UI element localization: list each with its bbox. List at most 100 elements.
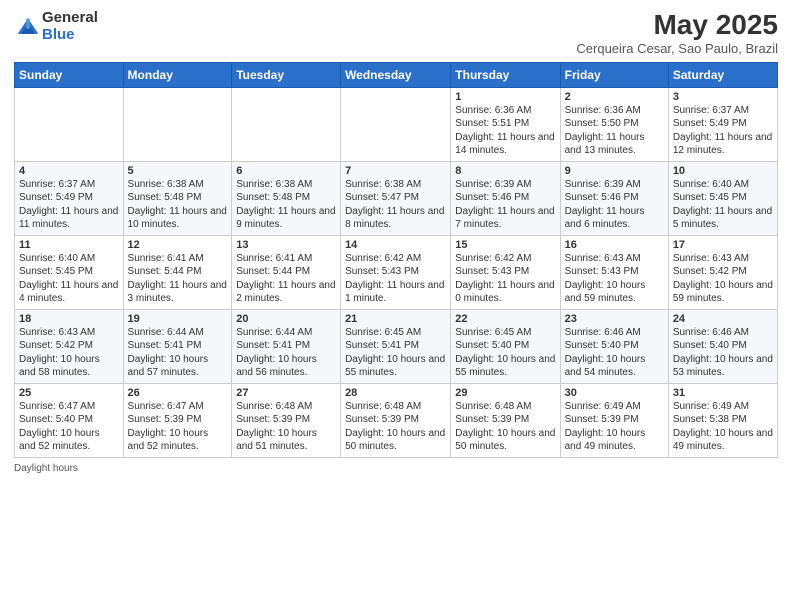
day-number: 11 bbox=[19, 239, 119, 251]
title-block: May 2025 Cerqueira Cesar, Sao Paulo, Bra… bbox=[576, 10, 778, 56]
day-number: 4 bbox=[19, 165, 119, 177]
day-number: 23 bbox=[565, 313, 664, 325]
main-title: May 2025 bbox=[576, 10, 778, 41]
day-info: Sunrise: 6:39 AM Sunset: 5:46 PM Dayligh… bbox=[565, 178, 664, 232]
day-number: 10 bbox=[673, 165, 773, 177]
day-info: Sunrise: 6:41 AM Sunset: 5:44 PM Dayligh… bbox=[236, 252, 336, 306]
day-number: 17 bbox=[673, 239, 773, 251]
day-info: Sunrise: 6:43 AM Sunset: 5:42 PM Dayligh… bbox=[19, 326, 119, 380]
calendar-cell: 10Sunrise: 6:40 AM Sunset: 5:45 PM Dayli… bbox=[668, 161, 777, 235]
week-row-1: 4Sunrise: 6:37 AM Sunset: 5:49 PM Daylig… bbox=[15, 161, 778, 235]
calendar-cell: 13Sunrise: 6:41 AM Sunset: 5:44 PM Dayli… bbox=[232, 235, 341, 309]
day-number: 2 bbox=[565, 91, 664, 103]
calendar-table: SundayMondayTuesdayWednesdayThursdayFrid… bbox=[14, 62, 778, 458]
weekday-tuesday: Tuesday bbox=[232, 62, 341, 87]
logo-general-text: General bbox=[42, 10, 98, 27]
day-info: Sunrise: 6:40 AM Sunset: 5:45 PM Dayligh… bbox=[19, 252, 119, 306]
logo-icon bbox=[16, 15, 40, 39]
day-number: 16 bbox=[565, 239, 664, 251]
day-info: Sunrise: 6:48 AM Sunset: 5:39 PM Dayligh… bbox=[345, 400, 446, 454]
week-row-2: 11Sunrise: 6:40 AM Sunset: 5:45 PM Dayli… bbox=[15, 235, 778, 309]
day-number: 25 bbox=[19, 387, 119, 399]
day-number: 3 bbox=[673, 91, 773, 103]
calendar-cell: 15Sunrise: 6:42 AM Sunset: 5:43 PM Dayli… bbox=[451, 235, 560, 309]
day-info: Sunrise: 6:42 AM Sunset: 5:43 PM Dayligh… bbox=[345, 252, 446, 306]
day-number: 13 bbox=[236, 239, 336, 251]
day-number: 1 bbox=[455, 91, 555, 103]
calendar-cell: 3Sunrise: 6:37 AM Sunset: 5:49 PM Daylig… bbox=[668, 87, 777, 161]
calendar-cell: 16Sunrise: 6:43 AM Sunset: 5:43 PM Dayli… bbox=[560, 235, 668, 309]
day-number: 31 bbox=[673, 387, 773, 399]
calendar-cell: 30Sunrise: 6:49 AM Sunset: 5:39 PM Dayli… bbox=[560, 383, 668, 457]
calendar-cell: 12Sunrise: 6:41 AM Sunset: 5:44 PM Dayli… bbox=[123, 235, 232, 309]
logo-text: General Blue bbox=[42, 10, 98, 43]
day-number: 9 bbox=[565, 165, 664, 177]
day-number: 22 bbox=[455, 313, 555, 325]
day-number: 28 bbox=[345, 387, 446, 399]
calendar-cell bbox=[341, 87, 451, 161]
calendar-cell: 31Sunrise: 6:49 AM Sunset: 5:38 PM Dayli… bbox=[668, 383, 777, 457]
calendar-cell: 24Sunrise: 6:46 AM Sunset: 5:40 PM Dayli… bbox=[668, 309, 777, 383]
day-number: 20 bbox=[236, 313, 336, 325]
header: General Blue May 2025 Cerqueira Cesar, S… bbox=[14, 10, 778, 56]
calendar-cell: 2Sunrise: 6:36 AM Sunset: 5:50 PM Daylig… bbox=[560, 87, 668, 161]
calendar-cell: 20Sunrise: 6:44 AM Sunset: 5:41 PM Dayli… bbox=[232, 309, 341, 383]
day-info: Sunrise: 6:38 AM Sunset: 5:48 PM Dayligh… bbox=[128, 178, 228, 232]
day-number: 27 bbox=[236, 387, 336, 399]
calendar-cell: 8Sunrise: 6:39 AM Sunset: 5:46 PM Daylig… bbox=[451, 161, 560, 235]
weekday-header-row: SundayMondayTuesdayWednesdayThursdayFrid… bbox=[15, 62, 778, 87]
calendar-cell bbox=[15, 87, 124, 161]
day-number: 29 bbox=[455, 387, 555, 399]
day-number: 18 bbox=[19, 313, 119, 325]
weekday-saturday: Saturday bbox=[668, 62, 777, 87]
calendar-cell: 17Sunrise: 6:43 AM Sunset: 5:42 PM Dayli… bbox=[668, 235, 777, 309]
calendar-cell: 1Sunrise: 6:36 AM Sunset: 5:51 PM Daylig… bbox=[451, 87, 560, 161]
calendar-cell: 4Sunrise: 6:37 AM Sunset: 5:49 PM Daylig… bbox=[15, 161, 124, 235]
calendar-cell: 21Sunrise: 6:45 AM Sunset: 5:41 PM Dayli… bbox=[341, 309, 451, 383]
day-number: 21 bbox=[345, 313, 446, 325]
weekday-thursday: Thursday bbox=[451, 62, 560, 87]
day-info: Sunrise: 6:39 AM Sunset: 5:46 PM Dayligh… bbox=[455, 178, 555, 232]
day-number: 6 bbox=[236, 165, 336, 177]
day-info: Sunrise: 6:38 AM Sunset: 5:47 PM Dayligh… bbox=[345, 178, 446, 232]
day-info: Sunrise: 6:49 AM Sunset: 5:38 PM Dayligh… bbox=[673, 400, 773, 454]
weekday-sunday: Sunday bbox=[15, 62, 124, 87]
calendar-cell bbox=[123, 87, 232, 161]
calendar-cell: 27Sunrise: 6:48 AM Sunset: 5:39 PM Dayli… bbox=[232, 383, 341, 457]
day-info: Sunrise: 6:46 AM Sunset: 5:40 PM Dayligh… bbox=[565, 326, 664, 380]
day-number: 5 bbox=[128, 165, 228, 177]
day-info: Sunrise: 6:49 AM Sunset: 5:39 PM Dayligh… bbox=[565, 400, 664, 454]
calendar-cell: 6Sunrise: 6:38 AM Sunset: 5:48 PM Daylig… bbox=[232, 161, 341, 235]
day-number: 12 bbox=[128, 239, 228, 251]
calendar-cell: 5Sunrise: 6:38 AM Sunset: 5:48 PM Daylig… bbox=[123, 161, 232, 235]
week-row-0: 1Sunrise: 6:36 AM Sunset: 5:51 PM Daylig… bbox=[15, 87, 778, 161]
day-number: 7 bbox=[345, 165, 446, 177]
weekday-friday: Friday bbox=[560, 62, 668, 87]
day-info: Sunrise: 6:46 AM Sunset: 5:40 PM Dayligh… bbox=[673, 326, 773, 380]
footer: Daylight hours bbox=[14, 463, 778, 474]
day-info: Sunrise: 6:44 AM Sunset: 5:41 PM Dayligh… bbox=[236, 326, 336, 380]
day-info: Sunrise: 6:47 AM Sunset: 5:39 PM Dayligh… bbox=[128, 400, 228, 454]
day-info: Sunrise: 6:38 AM Sunset: 5:48 PM Dayligh… bbox=[236, 178, 336, 232]
day-info: Sunrise: 6:36 AM Sunset: 5:51 PM Dayligh… bbox=[455, 104, 555, 158]
weekday-monday: Monday bbox=[123, 62, 232, 87]
calendar-cell: 11Sunrise: 6:40 AM Sunset: 5:45 PM Dayli… bbox=[15, 235, 124, 309]
calendar-cell: 23Sunrise: 6:46 AM Sunset: 5:40 PM Dayli… bbox=[560, 309, 668, 383]
calendar-cell: 18Sunrise: 6:43 AM Sunset: 5:42 PM Dayli… bbox=[15, 309, 124, 383]
calendar-cell: 28Sunrise: 6:48 AM Sunset: 5:39 PM Dayli… bbox=[341, 383, 451, 457]
calendar-cell: 7Sunrise: 6:38 AM Sunset: 5:47 PM Daylig… bbox=[341, 161, 451, 235]
day-info: Sunrise: 6:45 AM Sunset: 5:41 PM Dayligh… bbox=[345, 326, 446, 380]
day-info: Sunrise: 6:45 AM Sunset: 5:40 PM Dayligh… bbox=[455, 326, 555, 380]
day-info: Sunrise: 6:43 AM Sunset: 5:43 PM Dayligh… bbox=[565, 252, 664, 306]
day-info: Sunrise: 6:42 AM Sunset: 5:43 PM Dayligh… bbox=[455, 252, 555, 306]
logo: General Blue bbox=[14, 10, 98, 43]
week-row-4: 25Sunrise: 6:47 AM Sunset: 5:40 PM Dayli… bbox=[15, 383, 778, 457]
weekday-wednesday: Wednesday bbox=[341, 62, 451, 87]
day-number: 19 bbox=[128, 313, 228, 325]
day-info: Sunrise: 6:36 AM Sunset: 5:50 PM Dayligh… bbox=[565, 104, 664, 158]
day-info: Sunrise: 6:47 AM Sunset: 5:40 PM Dayligh… bbox=[19, 400, 119, 454]
calendar-cell: 26Sunrise: 6:47 AM Sunset: 5:39 PM Dayli… bbox=[123, 383, 232, 457]
subtitle: Cerqueira Cesar, Sao Paulo, Brazil bbox=[576, 41, 778, 56]
page: General Blue May 2025 Cerqueira Cesar, S… bbox=[0, 0, 792, 612]
day-number: 15 bbox=[455, 239, 555, 251]
